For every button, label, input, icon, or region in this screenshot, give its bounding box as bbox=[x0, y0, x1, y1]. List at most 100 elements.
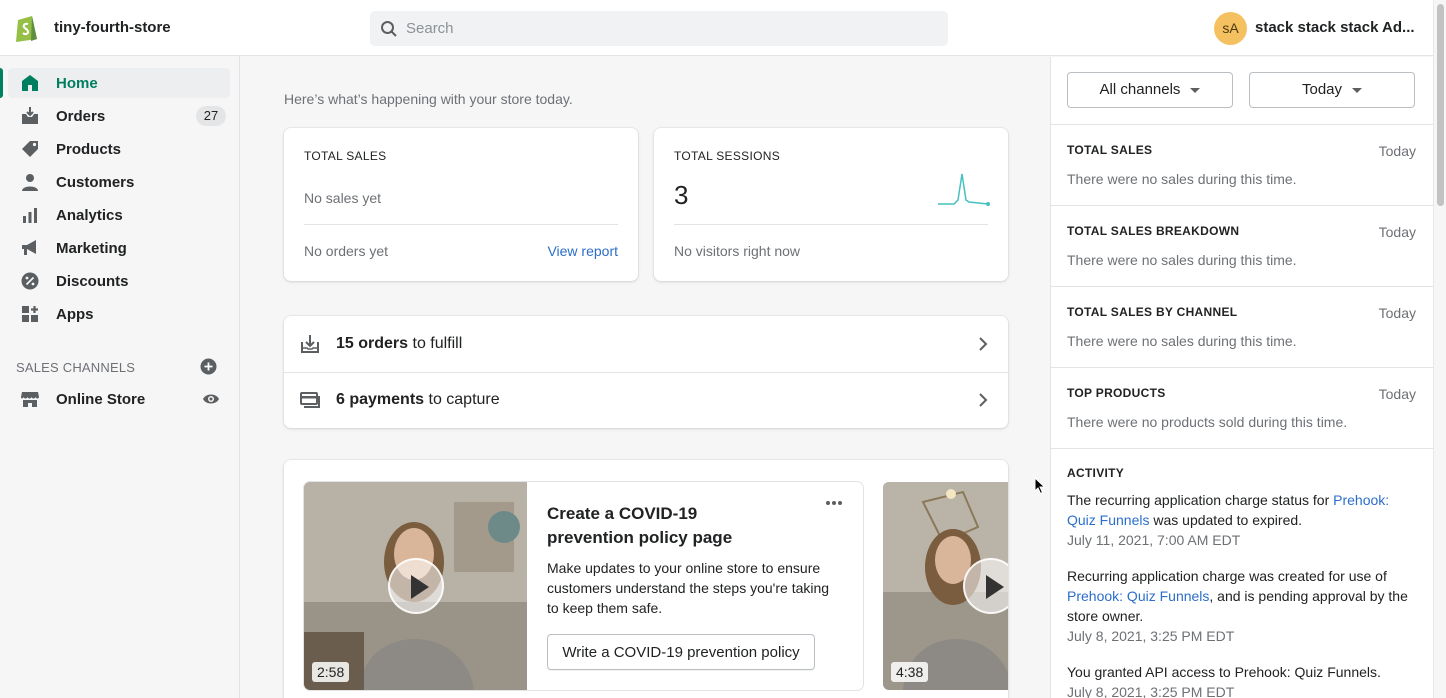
sidebar-item-label: Products bbox=[56, 141, 122, 158]
total-sales-label: TOTAL SALES bbox=[304, 149, 387, 163]
chevron-right-icon bbox=[979, 393, 988, 407]
sidebar-item-home[interactable]: Home bbox=[0, 68, 230, 98]
right-panel: All channels Today TOTAL SALES Today The… bbox=[1050, 57, 1434, 698]
page-scrollbar[interactable] bbox=[1433, 0, 1446, 698]
activity-item: You granted API access to Prehook: Quiz … bbox=[1067, 664, 1381, 698]
tasks-card: 15 orders to fulfill 6 payments to captu… bbox=[284, 316, 1008, 428]
total-sessions-card: TOTAL SESSIONS 3 No visitors right now bbox=[654, 128, 1008, 281]
sidebar: Home Orders 27 Products Customers Analyt… bbox=[0, 56, 240, 698]
sidebar-item-apps[interactable]: Apps bbox=[8, 299, 230, 329]
total-sales-section: TOTAL SALES Today There were no sales du… bbox=[1051, 124, 1434, 205]
apps-icon bbox=[22, 306, 38, 322]
date-dropdown[interactable]: Today bbox=[1249, 72, 1415, 108]
section-title: ACTIVITY bbox=[1067, 466, 1125, 480]
sidebar-item-label: Discounts bbox=[56, 273, 129, 290]
activity-item: Recurring application charge was created… bbox=[1067, 568, 1408, 644]
activity-time: July 11, 2021, 7:00 AM EDT bbox=[1067, 532, 1241, 548]
promo-video-thumbnail[interactable]: 2:58 bbox=[304, 482, 527, 690]
dropdown-label: All channels bbox=[1099, 81, 1181, 98]
shopify-logo-icon[interactable] bbox=[14, 13, 40, 43]
orders-count-badge: 27 bbox=[196, 106, 226, 126]
discount-icon bbox=[21, 272, 39, 290]
tag-icon bbox=[22, 141, 38, 157]
activity-section: ACTIVITY The recurring application charg… bbox=[1051, 448, 1434, 698]
divider bbox=[674, 224, 988, 225]
orders-to-fulfill-row[interactable]: 15 orders to fulfill bbox=[284, 316, 1008, 372]
sessions-sparkline bbox=[938, 173, 990, 206]
eye-icon[interactable] bbox=[202, 391, 220, 407]
top-bar: tiny-fourth-store sA stack stack stack A… bbox=[0, 0, 1446, 56]
sidebar-item-orders[interactable]: Orders 27 bbox=[8, 101, 230, 131]
sidebar-item-label: Home bbox=[56, 75, 98, 92]
promo-tile: 2:58 Create a COVID-19 prevention policy… bbox=[304, 482, 863, 690]
video-duration: 2:58 bbox=[312, 662, 350, 682]
promo-video-thumbnail-2[interactable]: 4:38 bbox=[883, 482, 1008, 690]
main-content: Here’s what’s happening with your store … bbox=[241, 57, 1050, 698]
section-message: There were no products sold during this … bbox=[1067, 414, 1348, 430]
sidebar-item-label: Analytics bbox=[56, 207, 123, 224]
channels-dropdown[interactable]: All channels bbox=[1067, 72, 1233, 108]
sidebar-item-label: Orders bbox=[56, 108, 106, 125]
chevron-right-icon bbox=[979, 337, 988, 351]
promo-body: Make updates to your online store to ens… bbox=[547, 560, 830, 616]
dropdown-label: Today bbox=[1301, 81, 1343, 98]
section-message: There were no sales during this time. bbox=[1067, 333, 1297, 349]
sidebar-item-marketing[interactable]: Marketing bbox=[8, 233, 230, 263]
activity-item: The recurring application charge status … bbox=[1067, 492, 1390, 548]
sidebar-item-online-store[interactable]: Online Store bbox=[8, 384, 230, 414]
more-options-icon[interactable] bbox=[825, 500, 843, 506]
promo-title: Create a COVID-19 prevention policy page bbox=[547, 504, 733, 547]
megaphone-icon bbox=[22, 240, 36, 255]
no-sales-text: No sales yet bbox=[304, 190, 382, 206]
caret-down-icon bbox=[1190, 87, 1201, 93]
total-sales-card: TOTAL SALES No sales yet No orders yet V… bbox=[284, 128, 638, 281]
section-message: There were no sales during this time. bbox=[1067, 171, 1297, 187]
app-link[interactable]: Prehook: Quiz Funnels bbox=[1067, 588, 1209, 604]
activity-time: July 8, 2021, 3:25 PM EDT bbox=[1067, 684, 1235, 698]
fulfill-icon bbox=[301, 335, 319, 353]
sales-channels-title: SALES CHANNELS bbox=[16, 360, 136, 375]
orders-icon bbox=[22, 107, 38, 124]
mouse-cursor-icon bbox=[1034, 477, 1046, 495]
store-icon bbox=[21, 392, 39, 407]
store-name[interactable]: tiny-fourth-store bbox=[54, 19, 171, 36]
search-icon bbox=[381, 21, 397, 37]
search-bar[interactable] bbox=[370, 11, 948, 46]
section-title: TOTAL SALES BREAKDOWN bbox=[1067, 224, 1240, 238]
sidebar-item-label: Apps bbox=[56, 306, 94, 323]
video-duration: 4:38 bbox=[891, 662, 929, 682]
total-sales-breakdown-section: TOTAL SALES BREAKDOWN Today There were n… bbox=[1051, 205, 1434, 286]
no-visitors-text: No visitors right now bbox=[674, 243, 801, 259]
caret-down-icon bbox=[1352, 87, 1363, 93]
section-message: There were no sales during this time. bbox=[1067, 252, 1297, 268]
write-policy-button[interactable]: Write a COVID-19 prevention policy bbox=[547, 634, 815, 670]
sidebar-item-products[interactable]: Products bbox=[8, 134, 230, 164]
section-date: Today bbox=[1378, 386, 1416, 402]
sidebar-item-customers[interactable]: Customers bbox=[8, 167, 230, 197]
sidebar-item-label: Customers bbox=[56, 174, 135, 191]
task-text: 15 orders to fulfill bbox=[336, 335, 463, 352]
activity-time: July 8, 2021, 3:25 PM EDT bbox=[1067, 628, 1235, 644]
page-intro: Here’s what’s happening with your store … bbox=[284, 91, 573, 107]
person-icon bbox=[22, 174, 38, 191]
play-icon[interactable] bbox=[388, 558, 444, 614]
user-name[interactable]: stack stack stack Ad... bbox=[1255, 19, 1415, 36]
task-text: 6 payments to capture bbox=[336, 391, 500, 408]
section-date: Today bbox=[1378, 224, 1416, 240]
sidebar-item-label: Online Store bbox=[56, 391, 146, 408]
payments-to-capture-row[interactable]: 6 payments to capture bbox=[284, 372, 1008, 428]
scrollbar-thumb[interactable] bbox=[1437, 4, 1444, 206]
add-sales-channel-icon[interactable] bbox=[200, 358, 217, 375]
search-input[interactable] bbox=[406, 11, 926, 46]
section-date: Today bbox=[1378, 305, 1416, 321]
home-icon bbox=[22, 75, 38, 91]
section-title: TOTAL SALES bbox=[1067, 143, 1153, 157]
sidebar-item-analytics[interactable]: Analytics bbox=[8, 200, 230, 230]
sessions-value: 3 bbox=[674, 180, 689, 210]
divider bbox=[304, 224, 618, 225]
avatar[interactable]: sA bbox=[1214, 12, 1247, 45]
sidebar-item-discounts[interactable]: Discounts bbox=[8, 266, 230, 296]
bar-chart-icon bbox=[23, 208, 37, 223]
view-report-link[interactable]: View report bbox=[547, 243, 618, 259]
total-sales-by-channel-section: TOTAL SALES BY CHANNEL Today There were … bbox=[1051, 286, 1434, 367]
